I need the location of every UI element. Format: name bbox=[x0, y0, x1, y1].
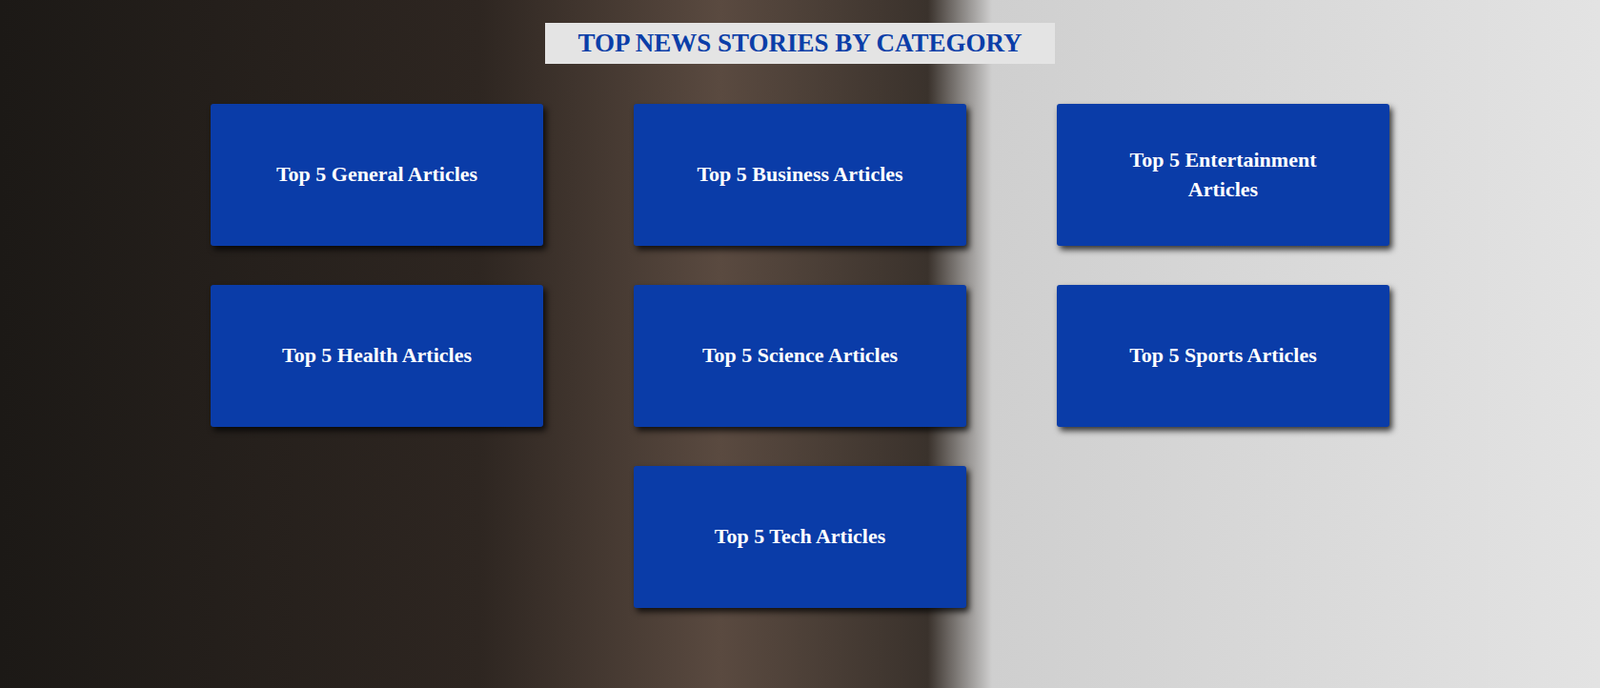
category-label: Top 5 General Articles bbox=[276, 160, 478, 190]
category-card[interactable]: Top 5 Business Articles bbox=[633, 103, 967, 246]
category-label: Top 5 Science Articles bbox=[702, 341, 898, 371]
category-card[interactable]: Top 5 Science Articles bbox=[633, 284, 967, 427]
category-card[interactable]: Top 5 Sports Articles bbox=[1056, 284, 1390, 427]
category-label: Top 5 Health Articles bbox=[282, 341, 472, 371]
page-title: TOP NEWS STORIES BY CATEGORY bbox=[577, 27, 1022, 59]
category-card[interactable]: Top 5 Tech Articles bbox=[633, 465, 967, 608]
category-grid: Top 5 General Articles Top 5 Business Art… bbox=[210, 103, 1390, 608]
category-card[interactable]: Top 5 General Articles bbox=[210, 103, 544, 246]
category-card[interactable]: Top 5 Entertainment Articles bbox=[1056, 103, 1390, 246]
category-label: Top 5 Business Articles bbox=[696, 160, 903, 190]
category-card[interactable]: Top 5 Health Articles bbox=[210, 284, 544, 427]
category-label: Top 5 Tech Articles bbox=[714, 522, 887, 552]
page-background: TOP NEWS STORIES BY CATEGORY Top 5 Gener… bbox=[0, 0, 1600, 688]
title-box: TOP NEWS STORIES BY CATEGORY bbox=[545, 22, 1054, 64]
category-label: Top 5 Sports Articles bbox=[1129, 341, 1317, 371]
category-label: Top 5 Entertainment Articles bbox=[1094, 145, 1352, 205]
